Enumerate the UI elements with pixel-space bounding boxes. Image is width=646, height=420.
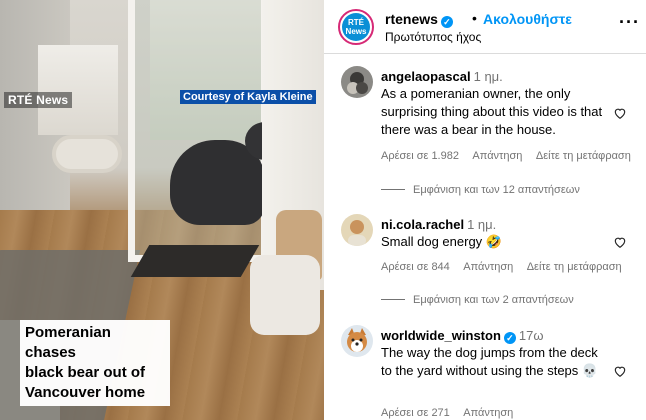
reply-button[interactable]: Απάντηση	[463, 407, 513, 419]
comment-time[interactable]: 1 ημ.	[474, 69, 503, 84]
view-replies-text[interactable]: Εμφάνιση και των 2 απαντήσεων	[413, 294, 574, 306]
video-player[interactable]: RTÉ News Courtesy of Kayla Kleine Pomera…	[0, 0, 324, 420]
comment-text: The way the dog jumps from the deck to t…	[381, 345, 599, 378]
comment-username[interactable]: ni.cola.rachel 1 ημ.	[381, 217, 496, 232]
rte-avatar-logo: RTÉ News	[342, 13, 370, 41]
heart-icon[interactable]	[613, 106, 627, 120]
post-username[interactable]: rtenews ✓	[385, 11, 453, 28]
username-text[interactable]: worldwide_winston	[381, 328, 501, 343]
video-caption: Pomeranian chases black bear out of Vanc…	[20, 320, 170, 406]
comment-actions: Αρέσει σε 1.982 Απάντηση Δείτε τη μετάφρ…	[381, 150, 642, 162]
shelf	[38, 45, 118, 135]
avatar[interactable]	[341, 325, 373, 357]
verified-icon: ✓	[440, 16, 453, 28]
heart-icon[interactable]	[613, 364, 627, 378]
avatar-text: RTÉ	[348, 18, 364, 27]
view-replies-button[interactable]: Εμφάνιση και των 12 απαντήσεων	[381, 184, 580, 196]
view-replies-text[interactable]: Εμφάνιση και των 12 απαντήσεων	[413, 184, 580, 196]
comment-text: Small dog energy 🤣	[381, 234, 502, 249]
doormat	[130, 245, 260, 277]
more-options-icon[interactable]: ···	[619, 12, 640, 33]
comment-time[interactable]: 1 ημ.	[467, 217, 496, 232]
dog-bed	[52, 135, 122, 173]
caption-line: black bear out of	[25, 364, 146, 381]
avatar[interactable]: RTÉ News	[338, 9, 374, 45]
courtesy-label: Courtesy of Kayla Kleine	[180, 90, 316, 104]
caption-line: Vancouver home	[25, 384, 146, 401]
username-text[interactable]: ni.cola.rachel	[381, 217, 464, 232]
avatar[interactable]	[341, 66, 373, 98]
avatar-text: News	[345, 27, 367, 36]
likes-count[interactable]: Αρέσει σε 844	[381, 261, 450, 273]
likes-count[interactable]: Αρέσει σε 1.982	[381, 150, 459, 162]
translate-button[interactable]: Δείτε τη μετάφραση	[536, 150, 631, 162]
comment-actions: Αρέσει σε 271 Απάντηση	[381, 407, 524, 419]
planter	[250, 255, 320, 335]
view-replies-button[interactable]: Εμφάνιση και των 2 απαντήσεων	[381, 294, 574, 306]
caption-line: Pomeranian chases	[25, 324, 111, 361]
reply-button[interactable]: Απάντηση	[463, 261, 513, 273]
reply-button[interactable]: Απάντηση	[472, 150, 522, 162]
translate-button[interactable]: Δείτε τη μετάφραση	[527, 261, 622, 273]
follow-button[interactable]: Ακολουθήστε	[483, 11, 572, 27]
rte-news-logo: RTÉ News	[4, 92, 73, 108]
audio-label[interactable]: Πρωτότυπος ήχος	[385, 30, 481, 44]
comment-time[interactable]: 17ω	[519, 328, 544, 343]
separator-dot: •	[472, 10, 477, 26]
post-panel: RTÉ News rtenews ✓ • Ακολουθήστε Πρωτότυπ…	[324, 0, 646, 420]
heart-icon[interactable]	[613, 235, 627, 249]
comment-username[interactable]: worldwide_winston ✓ 17ω	[381, 328, 544, 344]
comment-username[interactable]: angelaopascal 1 ημ.	[381, 69, 503, 84]
verified-icon: ✓	[503, 332, 516, 344]
likes-count[interactable]: Αρέσει σε 271	[381, 407, 450, 419]
username-text[interactable]: rtenews	[385, 11, 438, 27]
divider	[381, 189, 405, 190]
comment-actions: Αρέσει σε 844 Απάντηση Δείτε τη μετάφρασ…	[381, 261, 633, 273]
username-text[interactable]: angelaopascal	[381, 69, 471, 84]
post-header: RTÉ News rtenews ✓ • Ακολουθήστε Πρωτότυπ…	[324, 0, 646, 54]
divider	[381, 299, 405, 300]
comment-text: As a pomeranian owner, the only surprisi…	[381, 86, 603, 137]
avatar[interactable]	[341, 214, 373, 246]
